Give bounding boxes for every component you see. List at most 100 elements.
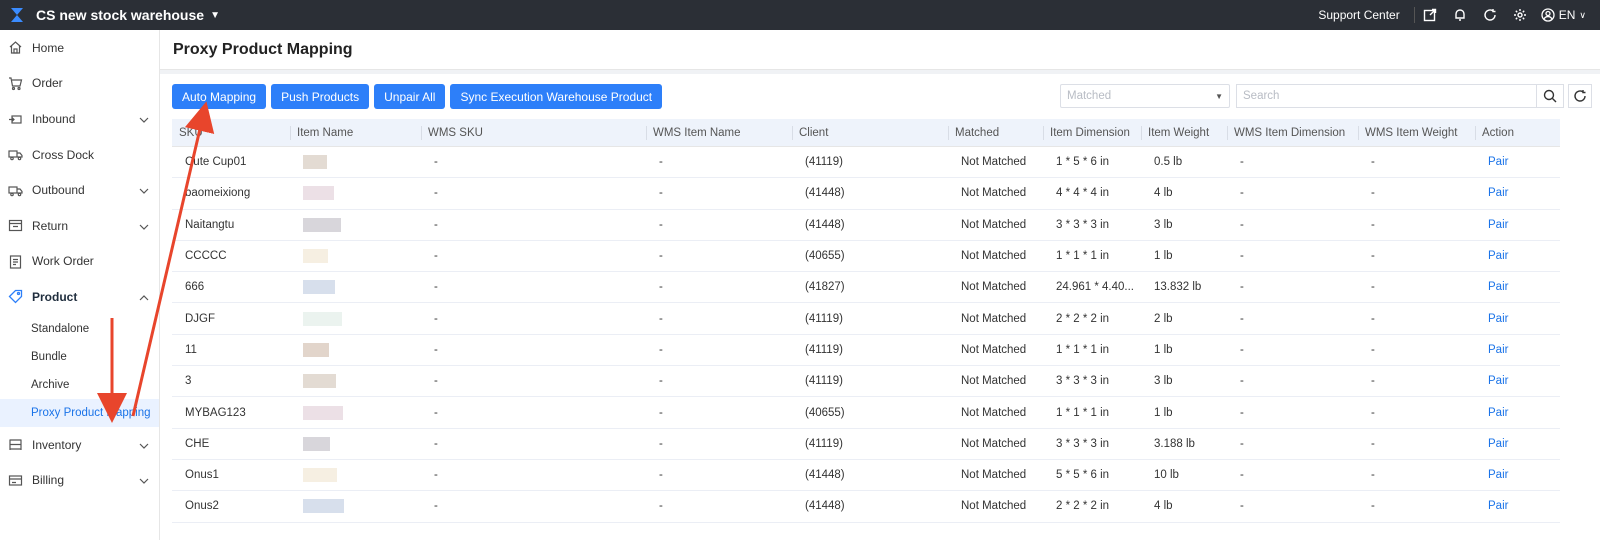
cell-item-dimension: 1 * 1 * 1 in <box>1056 343 1110 356</box>
column-header-wms-item-name[interactable]: WMS Item Name <box>646 119 792 147</box>
pair-link[interactable]: Pair <box>1475 313 1560 325</box>
cell-matched: Not Matched <box>961 156 1027 169</box>
sidebar: Home Order Inbound Cross Dock Outbound R… <box>0 30 160 540</box>
search-group <box>1236 84 1592 108</box>
column-header-matched[interactable]: Matched <box>948 119 1043 147</box>
push-products-button[interactable]: Push Products <box>271 84 370 109</box>
sidebar-item-billing[interactable]: Billing <box>0 462 159 498</box>
sidebar-subitem-proxy-product-mapping[interactable]: Proxy Product Mapping <box>0 398 159 427</box>
sidebar-item-label: Inbound <box>32 111 76 126</box>
sidebar-item-label: Cross Dock <box>32 147 95 162</box>
sidebar-item-outbound[interactable]: Outbound <box>0 172 159 208</box>
column-header-wms-sku[interactable]: WMS SKU <box>421 119 646 147</box>
cell-item-name <box>290 217 421 232</box>
sidebar-item-cross-dock[interactable]: Cross Dock <box>0 137 159 173</box>
cart-icon <box>6 74 24 92</box>
cell-wms-item-dimension: - <box>1240 343 1244 356</box>
cell-client: (41119) <box>805 312 843 325</box>
pair-link[interactable]: Pair <box>1475 187 1560 199</box>
refresh-icon <box>1574 90 1586 102</box>
warehouse-selector[interactable]: CS new stock warehouse ▼ <box>36 7 220 23</box>
export-icon[interactable] <box>1415 8 1445 22</box>
cell-matched: Not Matched <box>961 437 1027 450</box>
sidebar-subitem-standalone[interactable]: Standalone <box>0 315 159 343</box>
redacted-item-name <box>303 311 342 326</box>
refresh-icon[interactable] <box>1475 8 1505 22</box>
support-center-link[interactable]: Support Center <box>1304 7 1415 23</box>
cell-wms-item-dimension: - <box>1240 469 1244 482</box>
sidebar-item-product[interactable]: Product <box>0 279 159 315</box>
sync-execution-warehouse-product-button[interactable]: Sync Execution Warehouse Product <box>450 84 663 109</box>
pair-link[interactable]: Pair <box>1475 500 1560 512</box>
sidebar-item-return[interactable]: Return <box>0 208 159 244</box>
cell-item-dimension: 2 * 2 * 2 in <box>1056 312 1110 325</box>
column-header-item-name[interactable]: Item Name <box>290 119 421 147</box>
sidebar-item-work-order[interactable]: Work Order <box>0 244 159 280</box>
cell-wms-item-name: - <box>659 406 663 419</box>
table-header: SKU Item Name WMS SKU WMS Item Name Clie… <box>172 119 1560 147</box>
table-row: baomeixiong - - (41448) Not Matched 4 * 4 * 4… <box>172 178 1560 210</box>
search-button[interactable] <box>1536 84 1564 108</box>
cell-matched: Not Matched <box>961 187 1027 200</box>
bell-icon[interactable] <box>1445 8 1475 22</box>
column-header-client[interactable]: Client <box>792 119 948 147</box>
column-header-item-weight[interactable]: Item Weight <box>1141 119 1227 147</box>
cell-wms-item-dimension: - <box>1240 375 1244 388</box>
cell-item-weight: 1 lb <box>1154 343 1173 356</box>
app-logo-icon[interactable] <box>6 4 28 26</box>
pair-link[interactable]: Pair <box>1475 469 1560 481</box>
table-row: 3 - - (41119) Not Matched 3 * 3 * 3 in 3 lb - - P… <box>172 366 1560 398</box>
sidebar-item-home[interactable]: Home <box>0 30 159 66</box>
redacted-item-name <box>303 186 334 201</box>
pair-link[interactable]: Pair <box>1475 281 1560 293</box>
pair-link[interactable]: Pair <box>1475 407 1560 419</box>
column-header-sku[interactable]: SKU <box>172 119 290 147</box>
pair-link[interactable]: Pair <box>1475 344 1560 356</box>
pair-link[interactable]: Pair <box>1475 375 1560 387</box>
redacted-item-name <box>303 468 337 483</box>
sidebar-item-inbound[interactable]: Inbound <box>0 101 159 137</box>
product-mapping-table: SKU Item Name WMS SKU WMS Item Name Clie… <box>172 119 1560 523</box>
sidebar-subitem-archive[interactable]: Archive <box>0 371 159 399</box>
cell-wms-item-name: - <box>659 437 663 450</box>
cell-wms-item-dimension: - <box>1240 406 1244 419</box>
sidebar-item-inventory[interactable]: Inventory <box>0 427 159 463</box>
pair-link[interactable]: Pair <box>1475 438 1560 450</box>
column-header-wms-item-dimension[interactable]: WMS Item Dimension <box>1227 119 1358 147</box>
cell-wms-sku: - <box>434 250 438 263</box>
gear-icon[interactable] <box>1505 8 1535 22</box>
cell-wms-item-weight: - <box>1371 312 1375 325</box>
table-body: Cute Cup01 - - (41119) Not Matched 1 * 5 * 6 … <box>172 147 1560 523</box>
pair-link[interactable]: Pair <box>1475 250 1560 262</box>
chevron-down-icon: ∨ <box>1579 9 1586 20</box>
unpair-all-button[interactable]: Unpair All <box>374 84 446 109</box>
billing-icon <box>6 471 24 489</box>
cell-wms-item-weight: - <box>1371 250 1375 263</box>
cell-item-weight: 4 lb <box>1154 187 1173 200</box>
cell-item-name <box>290 311 421 326</box>
cell-item-weight: 3 lb <box>1154 218 1173 231</box>
cell-matched: Not Matched <box>961 250 1027 263</box>
pair-link[interactable]: Pair <box>1475 156 1560 168</box>
language-selector[interactable]: EN ∨ <box>1541 8 1586 22</box>
cell-item-name <box>290 499 421 514</box>
sidebar-subitem-bundle[interactable]: Bundle <box>0 343 159 371</box>
table-refresh-button[interactable] <box>1568 84 1592 108</box>
sidebar-item-order[interactable]: Order <box>0 66 159 102</box>
cell-wms-item-weight: - <box>1371 343 1375 356</box>
auto-mapping-button[interactable]: Auto Mapping <box>172 84 267 109</box>
matched-select[interactable]: Matched ▼ <box>1060 84 1230 108</box>
sidebar-item-label: Work Order <box>32 254 94 269</box>
search-input[interactable] <box>1236 84 1536 108</box>
column-header-wms-item-weight[interactable]: WMS Item Weight <box>1358 119 1475 147</box>
cell-item-weight: 3.188 lb <box>1154 437 1195 450</box>
chevron-down-icon <box>139 219 149 233</box>
cell-item-dimension: 1 * 5 * 6 in <box>1056 156 1110 169</box>
cell-wms-sku: - <box>434 343 438 356</box>
cell-item-name <box>290 186 421 201</box>
column-header-item-dimension[interactable]: Item Dimension <box>1043 119 1141 147</box>
table-row: Onus1 - - (41448) Not Matched 5 * 5 * 6 in 10 … <box>172 460 1560 492</box>
pair-link[interactable]: Pair <box>1475 219 1560 231</box>
table-row: 11 - - (41119) Not Matched 1 * 1 * 1 in 1 lb - -… <box>172 335 1560 367</box>
cell-item-dimension: 4 * 4 * 4 in <box>1056 187 1110 200</box>
